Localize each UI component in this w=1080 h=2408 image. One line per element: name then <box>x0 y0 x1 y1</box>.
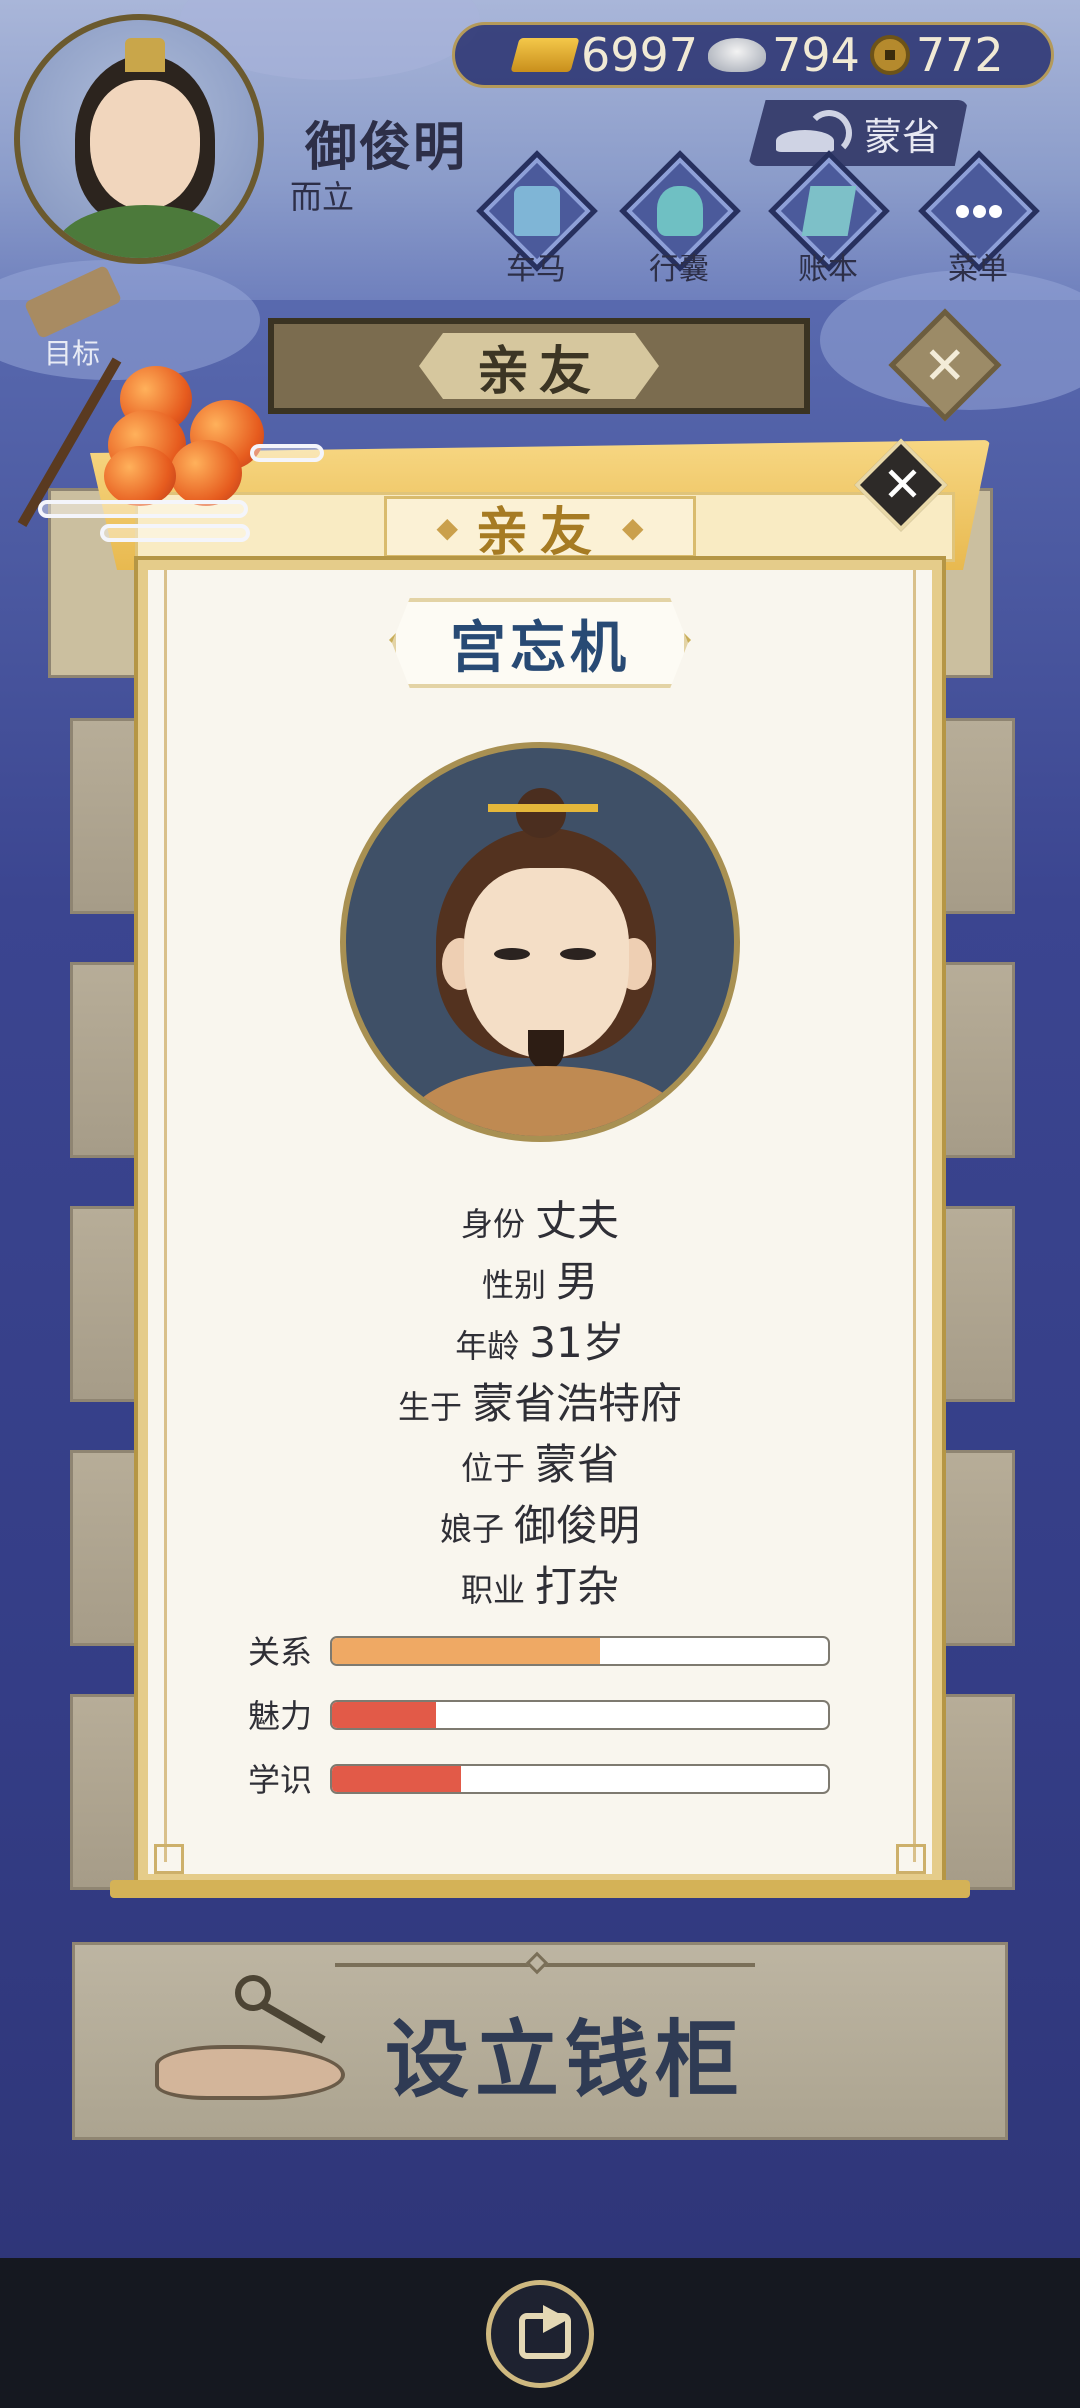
stat-label: 关系 <box>248 1633 313 1671</box>
info-row-age: 年龄 31岁 <box>455 1318 625 1367</box>
close-icon: ✕ <box>882 457 923 514</box>
npc-portrait <box>340 742 740 1142</box>
location-label: 蒙省 <box>864 114 941 159</box>
corner-ornament <box>896 1844 926 1874</box>
action-label: 设立钱柜 <box>385 2011 746 2109</box>
stat-fill <box>332 1766 461 1792</box>
copper-coin-icon <box>869 35 910 75</box>
location-button[interactable]: 蒙省 <box>748 100 968 166</box>
share-button[interactable] <box>486 2280 594 2388</box>
info-row-location: 位于 蒙省 <box>460 1440 620 1489</box>
stat-bar <box>330 1764 830 1794</box>
dialog-title-box: ◆ 亲友 ◆ <box>384 496 696 563</box>
player-avatar[interactable] <box>14 14 264 264</box>
stat-bar <box>330 1636 830 1666</box>
nav-bag-button[interactable]: 行囊 <box>619 150 741 287</box>
stat-label: 魅力 <box>248 1697 313 1735</box>
copper-value: 772 <box>915 28 1004 82</box>
set-up-money-box-button[interactable]: 设立钱柜 <box>72 1942 1008 2140</box>
info-row-spouse: 娘子 御俊明 <box>439 1501 641 1550</box>
stat-fill <box>332 1702 437 1728</box>
silver-counter: 794 <box>708 28 860 82</box>
stat-charm: 魅力 <box>248 1696 830 1736</box>
carriage-icon <box>514 186 560 236</box>
avatar-hat <box>125 38 165 72</box>
nav-menu-button[interactable]: 菜单 <box>918 150 1040 287</box>
currency-bar: 6997 794 772 <box>452 22 1054 88</box>
menu-icon <box>956 186 1002 236</box>
fruit-decoration <box>170 440 242 506</box>
stat-fill <box>332 1638 600 1664</box>
section-title-plaque: 亲友 <box>268 318 810 414</box>
bag-icon <box>657 186 703 236</box>
stat-bar <box>330 1700 830 1730</box>
corner-ornament <box>154 1844 184 1874</box>
stat-knowledge: 学识 <box>248 1760 830 1800</box>
nav-label: 车马 <box>506 252 566 287</box>
info-row-identity: 身份 丈夫 <box>460 1196 620 1245</box>
stat-relationship: 关系 <box>248 1632 830 1672</box>
info-row-occupation: 职业 打杂 <box>460 1562 620 1611</box>
silver-ingot-icon <box>708 38 767 72</box>
cloud-wisp <box>250 444 324 462</box>
goal-label: 目标 <box>44 337 101 370</box>
stat-label: 学识 <box>248 1761 313 1799</box>
fruit-decoration <box>104 446 176 506</box>
copper-counter: 772 <box>869 28 1004 82</box>
cloud-wisp <box>38 500 248 518</box>
nav-label: 菜单 <box>948 252 1008 287</box>
nav-carriage-button[interactable]: 车马 <box>476 150 598 287</box>
teapot-icon <box>770 108 852 158</box>
player-name: 御俊明 <box>305 118 468 178</box>
player-age-label: 而立 <box>290 178 355 216</box>
cloud-wisp <box>100 524 250 542</box>
gold-counter: 6997 <box>510 28 699 82</box>
key-hand-icon <box>155 1975 365 2125</box>
share-icon <box>519 2305 571 2359</box>
avatar-face <box>90 80 200 210</box>
dialog-title: 亲友 <box>475 502 604 563</box>
silver-value: 794 <box>772 28 860 82</box>
npc-name: 宫忘机 <box>450 615 630 681</box>
nav-label: 行囊 <box>649 252 709 287</box>
gold-value: 6997 <box>581 28 699 82</box>
info-row-birthplace: 生于 蒙省浩特府 <box>397 1379 683 1428</box>
npc-name-box: 宫忘机 <box>392 598 688 688</box>
nav-label: 账本 <box>798 252 858 287</box>
section-title: 亲友 <box>476 341 601 402</box>
close-icon: ✕ <box>923 336 967 397</box>
ledger-icon <box>801 186 857 236</box>
npc-info-list: 身份 丈夫 性别男 年龄 31岁 生于 蒙省浩特府 位于 蒙省 娘子 御俊明 职业 打杂 <box>138 1190 942 1617</box>
dialog-bottom-rod <box>110 1880 970 1898</box>
nav-ledger-button[interactable]: 账本 <box>768 150 890 287</box>
avatar-robe <box>55 205 235 258</box>
divider-ornament <box>525 1951 549 1975</box>
info-row-gender: 性别男 <box>481 1257 599 1306</box>
gold-ingot-icon <box>510 38 580 72</box>
